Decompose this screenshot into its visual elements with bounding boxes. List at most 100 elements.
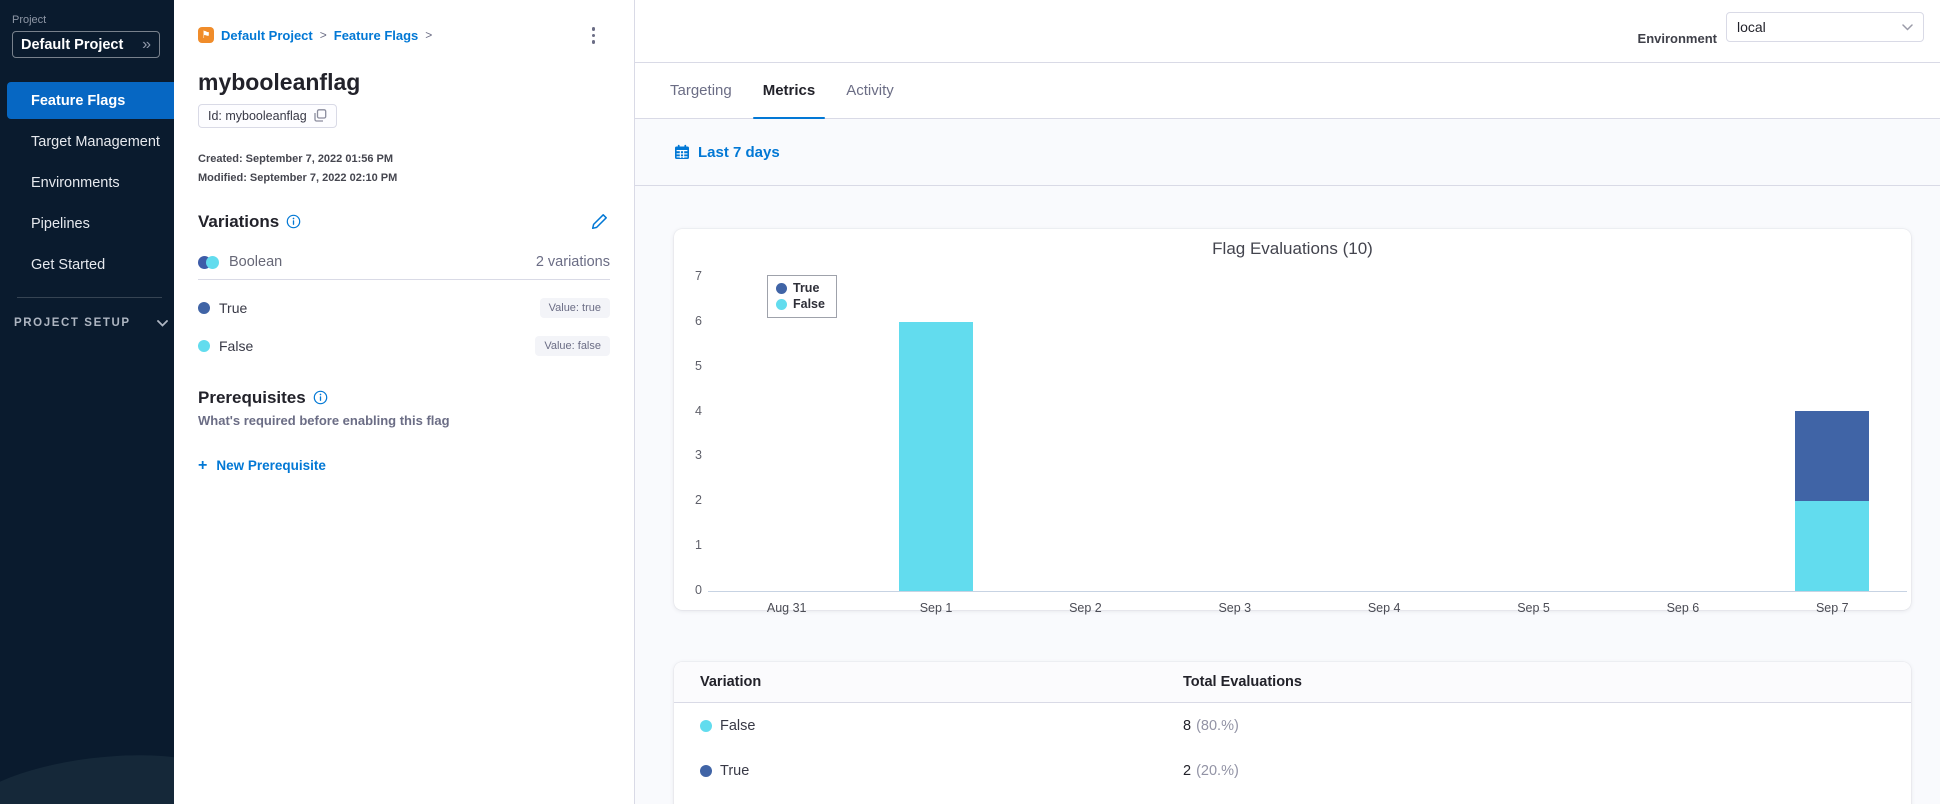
expand-project-icon[interactable]: » <box>142 36 151 53</box>
variation-name: True <box>219 299 248 316</box>
breadcrumb-separator: > <box>425 28 433 43</box>
x-axis-label: Sep 6 <box>1666 601 1700 615</box>
table-body: False 8 (80.%) True 2 (20.%) <box>674 703 1911 793</box>
x-axis-label: Sep 5 <box>1517 601 1550 615</box>
sidebar-item-target-management[interactable]: Target Management <box>7 123 174 160</box>
variation-cell: True <box>674 763 1183 779</box>
table-column-header: Total Evaluations <box>1183 674 1302 690</box>
variation-color-dot <box>700 764 712 777</box>
project-label: Project <box>12 14 47 26</box>
variation-cell: False <box>674 718 1183 734</box>
variations-divider <box>198 278 610 280</box>
info-icon[interactable] <box>313 390 328 405</box>
sidebar-nav: Feature Flags Target Management Environmen… <box>7 82 174 283</box>
created-date: Created: September 7, 2022 01:56 PM <box>198 152 394 165</box>
x-axis-label: Sep 7 <box>1815 601 1849 615</box>
project-selector[interactable]: Default Project » <box>12 31 160 58</box>
modified-date: Modified: September 7, 2022 02:10 PM <box>198 171 398 184</box>
project-setup-label: PROJECT SETUP <box>14 317 131 329</box>
bar-segment-false[interactable] <box>899 322 974 591</box>
variations-title: Variations <box>198 211 280 231</box>
evaluations-table: Variation Total Evaluations False 8 (80.%) T… <box>674 662 1911 804</box>
date-range-label: Last 7 days <box>698 143 780 161</box>
sidebar-decoration <box>0 742 174 804</box>
variation-list: True Value: true False Value: false <box>198 297 610 356</box>
prerequisites-header: Prerequisites <box>198 388 610 408</box>
environment-label: Environment <box>1637 30 1717 46</box>
legend-entry: True <box>776 281 825 295</box>
plus-icon: + <box>198 456 208 474</box>
sidebar-item-environments[interactable]: Environments <box>7 164 174 201</box>
chevron-down-icon <box>156 319 168 327</box>
flag-id-badge[interactable]: Id: mybooleanflag <box>198 103 337 128</box>
variations-header: Variations <box>198 212 610 232</box>
variation-type-row: Boolean 2 variations <box>198 254 610 270</box>
tab-metrics[interactable]: Metrics <box>752 63 826 119</box>
x-axis-line <box>708 591 1907 592</box>
variation-row: False Value: false <box>198 335 610 356</box>
evaluation-count: 2 <box>1183 762 1192 779</box>
new-prerequisite-button[interactable]: + New Prerequisite <box>198 456 326 474</box>
table-row: False 8 (80.%) <box>674 703 1911 748</box>
tab-bar: Targeting Metrics Activity <box>635 63 1940 119</box>
sidebar-item-pipelines[interactable]: Pipelines <box>7 205 174 242</box>
sidebar-item-feature-flags[interactable]: Feature Flags <box>7 82 174 119</box>
environment-header: Environment local <box>635 0 1940 63</box>
x-axis-label: Sep 4 <box>1367 601 1401 615</box>
breadcrumb-link[interactable]: Feature Flags <box>334 28 419 43</box>
y-axis-tick: 7 <box>695 269 702 283</box>
edit-variations-button[interactable] <box>591 213 608 230</box>
environment-value: local <box>1737 19 1766 35</box>
y-axis-tick: 5 <box>695 358 702 373</box>
legend-dot <box>776 282 787 294</box>
date-range-filter[interactable]: Last 7 days <box>635 119 1940 186</box>
variation-color-dot <box>198 339 210 352</box>
y-axis-tick: 6 <box>695 313 702 328</box>
total-evaluations-cell: 8 (80.%) <box>1183 717 1239 735</box>
tab-targeting[interactable]: Targeting <box>660 63 742 118</box>
breadcrumb-link[interactable]: Default Project <box>221 28 313 43</box>
chevron-down-icon <box>1902 23 1913 31</box>
variation-row: True Value: true <box>198 297 610 318</box>
metrics-content: Flag Evaluations (10) True False 0 1 2 3 4 5 6 7… <box>635 186 1940 804</box>
breadcrumb-separator: > <box>319 28 327 43</box>
variation-name: True <box>720 762 750 779</box>
evaluation-percent: (20.%) <box>1196 762 1239 779</box>
variation-color-dot <box>700 719 712 732</box>
project-setup-toggle[interactable]: PROJECT SETUP <box>12 317 174 329</box>
chart-title: Flag Evaluations (10) <box>1212 239 1373 258</box>
bar-segment-false[interactable] <box>1795 501 1870 591</box>
prerequisites-title: Prerequisites <box>198 387 306 407</box>
boolean-type-icon <box>198 255 219 269</box>
calendar-icon <box>674 144 690 160</box>
x-axis-label: Sep 2 <box>1069 601 1102 615</box>
variation-name: False <box>219 337 254 354</box>
table-row: True 2 (20.%) <box>674 748 1911 793</box>
variation-value-badge: Value: false <box>535 335 610 356</box>
flag-id-text: Id: mybooleanflag <box>208 108 307 123</box>
x-axis-label: Sep 1 <box>919 601 953 615</box>
legend-dot <box>776 298 787 310</box>
evaluation-count: 8 <box>1183 717 1192 734</box>
chart-legend: True False <box>767 275 837 318</box>
info-icon[interactable] <box>286 214 301 229</box>
kebab-menu-icon[interactable] <box>589 24 599 47</box>
y-axis-tick: 4 <box>695 403 702 418</box>
prerequisites-description: What's required before enabling this fla… <box>198 412 450 428</box>
sidebar-item-get-started[interactable]: Get Started <box>7 246 174 283</box>
sidebar-divider <box>17 297 162 298</box>
y-axis-tick: 3 <box>695 448 702 463</box>
project-name: Default Project <box>21 36 124 53</box>
copy-icon[interactable] <box>314 109 327 122</box>
app-sidebar: Project Default Project » Feature Flags T… <box>0 0 174 804</box>
y-axis-tick: 2 <box>695 493 702 508</box>
variation-value-badge: Value: true <box>539 297 610 318</box>
environment-select[interactable]: local <box>1726 12 1924 42</box>
main-content: Environment local Targeting Metrics Activi… <box>635 0 1940 804</box>
bar-segment-true[interactable] <box>1795 411 1870 501</box>
page-title: mybooleanflag <box>198 68 361 95</box>
legend-label: True <box>793 281 820 295</box>
variation-type-label: Boolean <box>229 253 283 270</box>
y-axis-tick: 0 <box>695 583 702 597</box>
tab-activity[interactable]: Activity <box>836 63 904 118</box>
